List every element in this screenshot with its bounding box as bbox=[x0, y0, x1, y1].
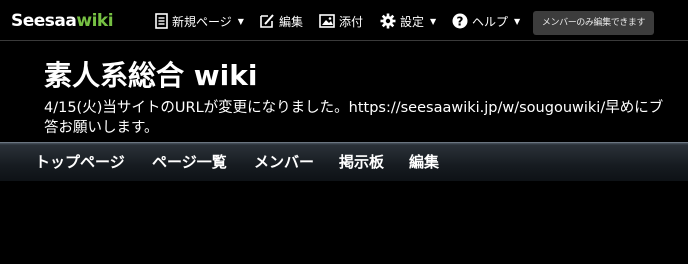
settings-menu[interactable]: 設定 ▼ bbox=[380, 12, 436, 30]
top-toolbar: Seesaawiki 新規ページ ▼ 編集 添付 設定 ▼ ? ヘルプ ▼ メン… bbox=[0, 0, 689, 41]
help-icon: ? bbox=[452, 13, 468, 29]
nav-item-edit[interactable]: 編集 bbox=[409, 152, 439, 172]
help-label: ヘルプ bbox=[472, 14, 509, 29]
nav-item-top-page[interactable]: トップページ bbox=[35, 152, 125, 172]
help-menu[interactable]: ? ヘルプ ▼ bbox=[452, 12, 520, 30]
svg-text:?: ? bbox=[457, 14, 464, 28]
edit-icon bbox=[259, 13, 275, 29]
nav-item-members[interactable]: メンバー bbox=[254, 152, 314, 172]
caret-down-icon: ▼ bbox=[430, 16, 437, 26]
attach-label: 添付 bbox=[339, 14, 364, 29]
caret-down-icon: ▼ bbox=[514, 16, 521, 26]
settings-label: 設定 bbox=[400, 14, 425, 29]
nav-item-page-list[interactable]: ページ一覧 bbox=[152, 152, 227, 172]
new-page-label: 新規ページ bbox=[172, 14, 232, 29]
member-only-edit-badge[interactable]: メンバーのみ編集できます bbox=[533, 11, 654, 35]
image-icon bbox=[319, 14, 335, 28]
caret-down-icon: ▼ bbox=[237, 16, 244, 26]
attach-button[interactable]: 添付 bbox=[319, 12, 363, 30]
edit-button[interactable]: 編集 bbox=[259, 12, 303, 30]
seesaa-wiki-logo[interactable]: Seesaawiki bbox=[11, 11, 114, 31]
logo-text-wiki: wiki bbox=[76, 11, 114, 31]
notice-line-1: 4/15(火)当サイトのURLが変更になりました。https://seesaaw… bbox=[44, 100, 664, 116]
wiki-page: Seesaawiki 新規ページ ▼ 編集 添付 設定 ▼ ? ヘルプ ▼ メン… bbox=[0, 0, 689, 264]
new-page-menu[interactable]: 新規ページ ▼ bbox=[155, 12, 244, 30]
logo-text-seesaa: Seesaa bbox=[11, 11, 77, 31]
page-icon bbox=[155, 13, 168, 29]
edit-label: 編集 bbox=[279, 14, 304, 29]
gear-icon bbox=[380, 13, 396, 29]
notice-line-2: 答お願いします。 bbox=[44, 120, 159, 136]
notice-text: 4/15(火)当サイトのURLが変更になりました。https://seesaaw… bbox=[44, 98, 689, 138]
nav-item-bbs[interactable]: 掲示板 bbox=[339, 152, 384, 172]
site-title[interactable]: 素人系総合 wiki bbox=[44, 58, 257, 94]
main-nav: トップページ ページ一覧 メンバー 掲示板 編集 bbox=[0, 142, 689, 181]
